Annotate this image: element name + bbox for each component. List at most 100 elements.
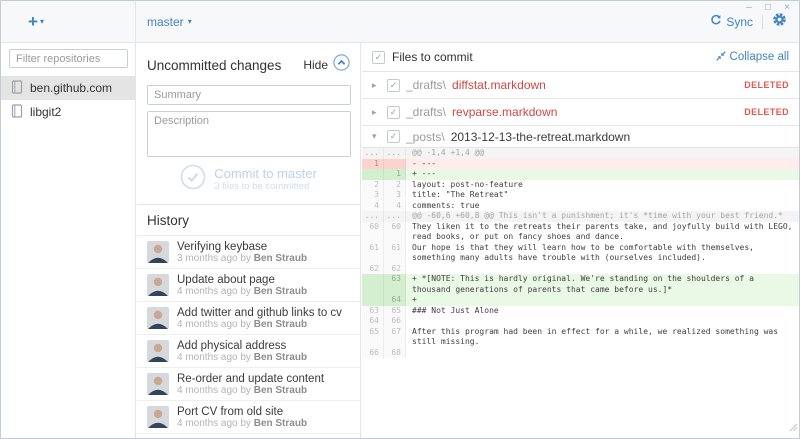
file-row[interactable]: ▸ ✓ _drafts\ diffstat.markdown DELETED — [362, 72, 799, 99]
commit-author: Ben Straub — [254, 418, 307, 429]
diff-line: 1 - --- — [362, 159, 799, 170]
file-list: ▸ ✓ _drafts\ diffstat.markdown DELETED ▸… — [362, 72, 799, 148]
file-checkbox[interactable]: ✓ — [387, 130, 400, 143]
diff-old-line-number: 4 — [362, 201, 384, 212]
diff-old-line-number: 60 — [362, 222, 384, 243]
history-section: History Verifying keybase 3 months ago b… — [137, 204, 360, 438]
sync-icon — [710, 14, 722, 29]
uncommitted-changes-header: Uncommitted changes Hide — [137, 43, 360, 85]
diff-line: ... ... @@ -1,4 +1,4 @@ — [362, 148, 799, 159]
collapse-all-label: Collapse all — [730, 51, 789, 63]
file-row[interactable]: ▸ ✓ _drafts\ revparse.markdown DELETED — [362, 99, 799, 126]
repository-name: ben.github.com — [30, 81, 112, 95]
chevron-up-circle-icon — [333, 54, 350, 76]
history-item[interactable]: Update about page 4 months ago by Ben St… — [137, 269, 360, 302]
hide-button[interactable]: Hide — [303, 54, 350, 76]
diff-line-text: + *[NOTE: This is hardly original. We're… — [406, 274, 799, 295]
files-to-commit-title: Files to commit — [392, 50, 473, 64]
commit-author: Ben Straub — [254, 385, 307, 396]
expander-icon[interactable]: ▾ — [372, 131, 381, 142]
commit-meta: 4 months ago by Ben Straub — [177, 385, 324, 396]
collapse-icon — [716, 51, 726, 64]
diff-new-line-number: 62 — [384, 264, 406, 275]
hide-label: Hide — [303, 58, 328, 72]
diff-view: ... ... @@ -1,4 +1,4 @@ 1 - --- 1 + --- … — [362, 148, 799, 358]
commit-title: Add twitter and github links to cv — [177, 307, 342, 319]
diff-old-line-number — [362, 169, 384, 180]
settings-button[interactable] — [772, 12, 787, 32]
expander-icon[interactable]: ▸ — [372, 80, 381, 91]
file-checkbox[interactable]: ✓ — [387, 79, 400, 92]
collapse-all-button[interactable]: Collapse all — [716, 51, 789, 64]
diff-new-line-number: 4 — [384, 201, 406, 212]
commit-and-history-panel: Uncommitted changes Hide Commit to maste… — [137, 43, 361, 438]
file-row[interactable]: ▾ ✓ _posts\ 2013-12-13-the-retreat.markd… — [362, 126, 799, 148]
resize-grip[interactable] — [787, 419, 798, 437]
avatar — [147, 307, 169, 329]
commit-text: Update about page 4 months ago by Ben St… — [177, 274, 307, 297]
diff-line-text: They liken it to the retreats their pare… — [406, 222, 799, 243]
diff-line-text — [406, 264, 799, 275]
add-repository-button[interactable]: + ▾ — [28, 15, 44, 29]
select-all-checkbox[interactable]: ✓ — [372, 51, 385, 64]
history-item[interactable]: Add physical address 4 months ago by Ben… — [137, 335, 360, 368]
diff-old-line-number: 64 — [362, 316, 384, 327]
history-title: History — [137, 205, 360, 236]
gear-icon — [772, 12, 787, 32]
commit-when: 4 months ago by — [177, 286, 251, 297]
plus-icon: + — [28, 15, 38, 29]
diff-old-line-number: 1 — [362, 159, 384, 170]
chevron-down-icon: ▾ — [188, 17, 192, 26]
file-name: revparse.markdown — [452, 105, 557, 119]
commit-when: 4 months ago by — [177, 319, 251, 330]
commit-to-master-button[interactable]: Commit to master 3 files to be committed — [147, 163, 350, 195]
commit-description-input[interactable] — [147, 111, 351, 157]
diff-line-text: + --- — [406, 169, 799, 180]
sidebar-repository-item[interactable]: libgit2 — [1, 100, 135, 124]
diff-new-line-number: 63 — [384, 274, 406, 295]
commit-button-subtext: 3 files to be committed — [214, 181, 309, 192]
commit-when: 4 months ago by — [177, 418, 251, 429]
commit-when: 3 months ago by — [177, 253, 251, 264]
file-checkbox[interactable]: ✓ — [387, 106, 400, 119]
sync-button[interactable]: Sync — [710, 14, 753, 29]
diff-line: 4 4 comments: true — [362, 201, 799, 212]
window-controls: – □ × — [744, 2, 792, 14]
repository-name: libgit2 — [30, 105, 61, 119]
history-item[interactable]: Port CV from old site 4 months ago by Be… — [137, 401, 360, 434]
expander-icon[interactable]: ▸ — [372, 107, 381, 118]
diff-line-text: comments: true — [406, 201, 799, 212]
history-item[interactable]: Add twitter and github links to cv 4 mon… — [137, 302, 360, 335]
diff-line-text: + — [406, 295, 799, 306]
diff-old-line-number: 65 — [362, 327, 384, 348]
commit-meta: 4 months ago by Ben Straub — [177, 352, 307, 363]
uncommitted-changes-title: Uncommitted changes — [147, 58, 281, 73]
avatar — [147, 406, 169, 428]
minimize-icon[interactable]: – — [744, 2, 754, 14]
repository-sidebar: ben.github.com libgit2 — [1, 43, 136, 438]
history-item[interactable]: Re-order and update content 4 months ago… — [137, 368, 360, 401]
maximize-icon[interactable]: □ — [763, 2, 773, 14]
close-icon[interactable]: × — [782, 2, 792, 14]
diff-line-text: @@ -1,4 +1,4 @@ — [406, 148, 799, 159]
diff-line-text: Our hope is that they will learn how to … — [406, 243, 799, 264]
diff-new-line-number: ... — [384, 211, 406, 222]
diff-line-text: @@ -60,6 +60,8 @@ This isn't a punishmen… — [406, 211, 799, 222]
diff-line-text: ### Not Just Alone — [406, 306, 799, 317]
avatar — [147, 241, 169, 263]
commit-text: Verifying keybase 3 months ago by Ben St… — [177, 241, 307, 264]
branch-selector[interactable]: master ▾ — [147, 15, 192, 29]
diff-line: 65 67 After this program had been in eff… — [362, 327, 799, 348]
sync-label: Sync — [726, 15, 753, 29]
sidebar-repository-item[interactable]: ben.github.com — [1, 76, 135, 100]
toolbar-right: Sync — [361, 1, 799, 42]
diff-old-line-number — [362, 274, 384, 295]
commit-author: Ben Straub — [254, 319, 307, 330]
commit-summary-input[interactable] — [147, 85, 351, 105]
diff-new-line-number: 2 — [384, 180, 406, 191]
diff-new-line-number: ... — [384, 148, 406, 159]
history-item[interactable]: Add headshot for public consumption 5 mo… — [137, 434, 360, 438]
diff-line-text: After this program had been in effect fo… — [406, 327, 799, 348]
filter-repositories-input[interactable] — [9, 49, 128, 68]
history-item[interactable]: Verifying keybase 3 months ago by Ben St… — [137, 236, 360, 269]
